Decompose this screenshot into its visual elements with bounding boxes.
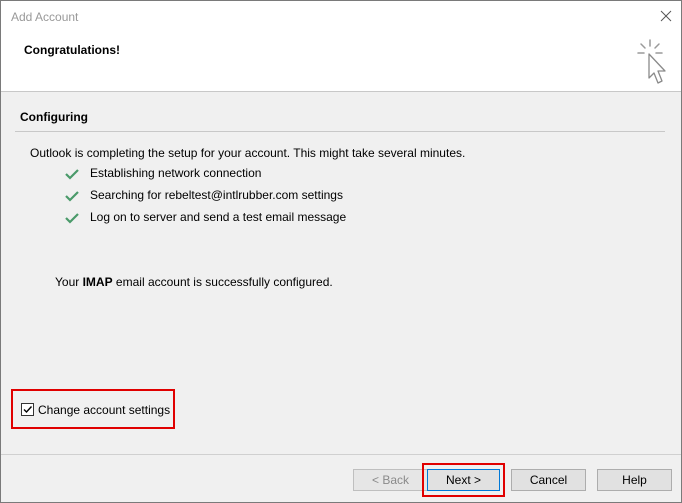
help-button[interactable]: Help [597, 469, 672, 491]
section-divider [15, 131, 665, 132]
page-title: Congratulations! [24, 43, 120, 57]
cancel-button[interactable]: Cancel [511, 469, 586, 491]
success-suffix: email account is successfully configured… [112, 275, 333, 289]
back-button[interactable]: < Back [353, 469, 428, 491]
section-heading: Configuring [20, 110, 88, 124]
title-bar: Add Account [1, 1, 681, 32]
step-label: Log on to server and send a test email m… [90, 210, 347, 224]
checkmark-icon [65, 168, 79, 180]
step-label: Establishing network connection [90, 166, 262, 180]
click-cursor-icon [635, 38, 669, 88]
change-settings-label[interactable]: Change account settings [38, 403, 170, 417]
wizard-header: Congratulations! [1, 32, 681, 92]
footer-divider [1, 454, 681, 455]
step-label: Searching for rebeltest@intlrubber.com s… [90, 188, 343, 202]
change-settings-checkbox[interactable] [21, 403, 34, 416]
checkmark-icon [65, 190, 79, 202]
success-message: Your IMAP email account is successfully … [55, 275, 333, 289]
next-button[interactable]: Next > [427, 469, 500, 491]
close-icon[interactable] [657, 7, 675, 25]
change-settings-highlight: Change account settings [11, 389, 175, 429]
checkmark-icon [65, 212, 79, 224]
success-prefix: Your [55, 275, 83, 289]
window-title: Add Account [11, 10, 79, 24]
protocol-name: IMAP [82, 275, 113, 289]
add-account-window: Add Account Congratulations! Configuring… [0, 0, 682, 503]
progress-intro-text: Outlook is completing the setup for your… [30, 146, 466, 160]
